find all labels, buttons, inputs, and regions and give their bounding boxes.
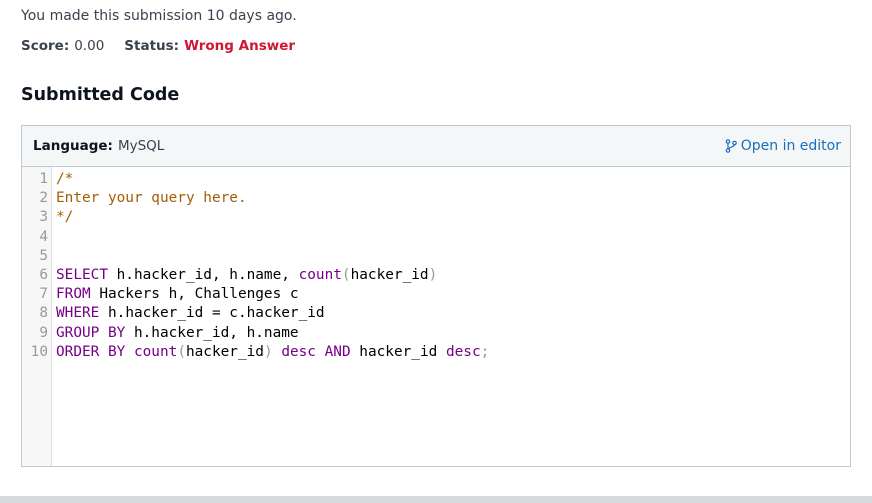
code-token-fn: count <box>133 343 178 360</box>
line-number: 4 <box>39 228 48 245</box>
code-editor[interactable]: 1 /* 2 Enter your query here. 3 */ 4 5 6 SELECT h… <box>22 167 850 466</box>
code-token-kw: GROUP BY <box>56 324 126 341</box>
code-token-kw: WHERE <box>56 305 100 322</box>
code-text: ORDER BY count(hacker_id) desc AND hacke… <box>56 343 489 362</box>
code-token-punc: ; <box>480 343 490 360</box>
line-number: 8 <box>39 305 48 322</box>
submission-time-text: You made this submission 10 days ago. <box>21 8 297 24</box>
code-token-kw: ORDER BY <box>56 343 126 360</box>
code-token-punc: ( <box>341 267 351 283</box>
bottom-divider <box>0 496 872 503</box>
line-number: 2 <box>39 190 48 207</box>
open-in-editor-link[interactable]: Open in editor <box>725 138 841 154</box>
code-token-kw: FROM <box>56 286 91 303</box>
submission-page: You made this submission 10 days ago. Sc… <box>0 0 872 503</box>
open-in-editor-label: Open in editor <box>740 138 841 154</box>
branch-icon <box>725 139 737 153</box>
code-token-plain: hacker_id <box>350 343 446 360</box>
code-token-kw: AND <box>324 343 351 360</box>
status-label: Status: <box>124 38 180 54</box>
code-token-punc: ( <box>177 343 186 360</box>
code-token-plain: hacker_id <box>185 343 264 360</box>
line-number: 10 <box>30 343 48 360</box>
code-token-punc: ) <box>428 267 438 283</box>
score-label: Score: <box>21 38 70 54</box>
code-text: GROUP BY h.hacker_id, h.name <box>56 324 299 343</box>
line-number: 6 <box>39 267 48 283</box>
line-number: 1 <box>39 171 48 187</box>
code-token-kw: desc <box>445 343 481 360</box>
code-text: /* <box>56 170 73 189</box>
code-token-punc: ) <box>263 343 273 360</box>
language-label: Language: <box>33 138 113 154</box>
section-title: Submitted Code <box>21 85 180 105</box>
code-token-kw: desc <box>281 343 316 360</box>
code-text: WHERE h.hacker_id = c.hacker_id <box>56 304 325 323</box>
code-text: FROM Hackers h, Challenges c <box>56 285 299 304</box>
line-number: 5 <box>39 247 48 264</box>
code-token-kw: SELECT <box>56 267 108 283</box>
code-panel: Language: MySQL Open in editor 1 /* 2 Enter … <box>21 125 851 467</box>
status-value: Wrong Answer <box>184 38 296 54</box>
code-token-comment: Enter your query here. <box>56 190 247 207</box>
score-value: 0.00 <box>74 38 105 54</box>
line-number: 3 <box>39 209 48 226</box>
code-token-fn: count <box>298 267 342 283</box>
line-number: 9 <box>39 324 48 341</box>
code-token-comment: */ <box>56 209 74 226</box>
code-token-plain: Hackers h, Challenges c <box>90 286 299 303</box>
code-text: SELECT h.hacker_id, h.name, count(hacker… <box>56 266 437 285</box>
code-token-plain: h.hacker_id, h.name, <box>107 267 299 283</box>
code-header: Language: MySQL Open in editor <box>22 126 850 167</box>
code-token-plain: hacker_id <box>350 267 429 283</box>
score-status-row: Score: 0.00 Status: Wrong Answer <box>21 38 295 54</box>
language-info: Language: MySQL <box>33 138 164 154</box>
code-text: */ <box>56 208 73 227</box>
code-token-comment: /* <box>56 171 74 187</box>
code-token-plain: h.hacker_id, h.name <box>125 324 299 341</box>
line-number: 7 <box>39 286 48 303</box>
status-group: Status: Wrong Answer <box>124 38 295 54</box>
code-token-plain: h.hacker_id = c.hacker_id <box>99 305 325 322</box>
language-value: MySQL <box>117 138 165 154</box>
score-group: Score: 0.00 <box>21 38 104 54</box>
code-text: Enter your query here. <box>56 189 247 208</box>
